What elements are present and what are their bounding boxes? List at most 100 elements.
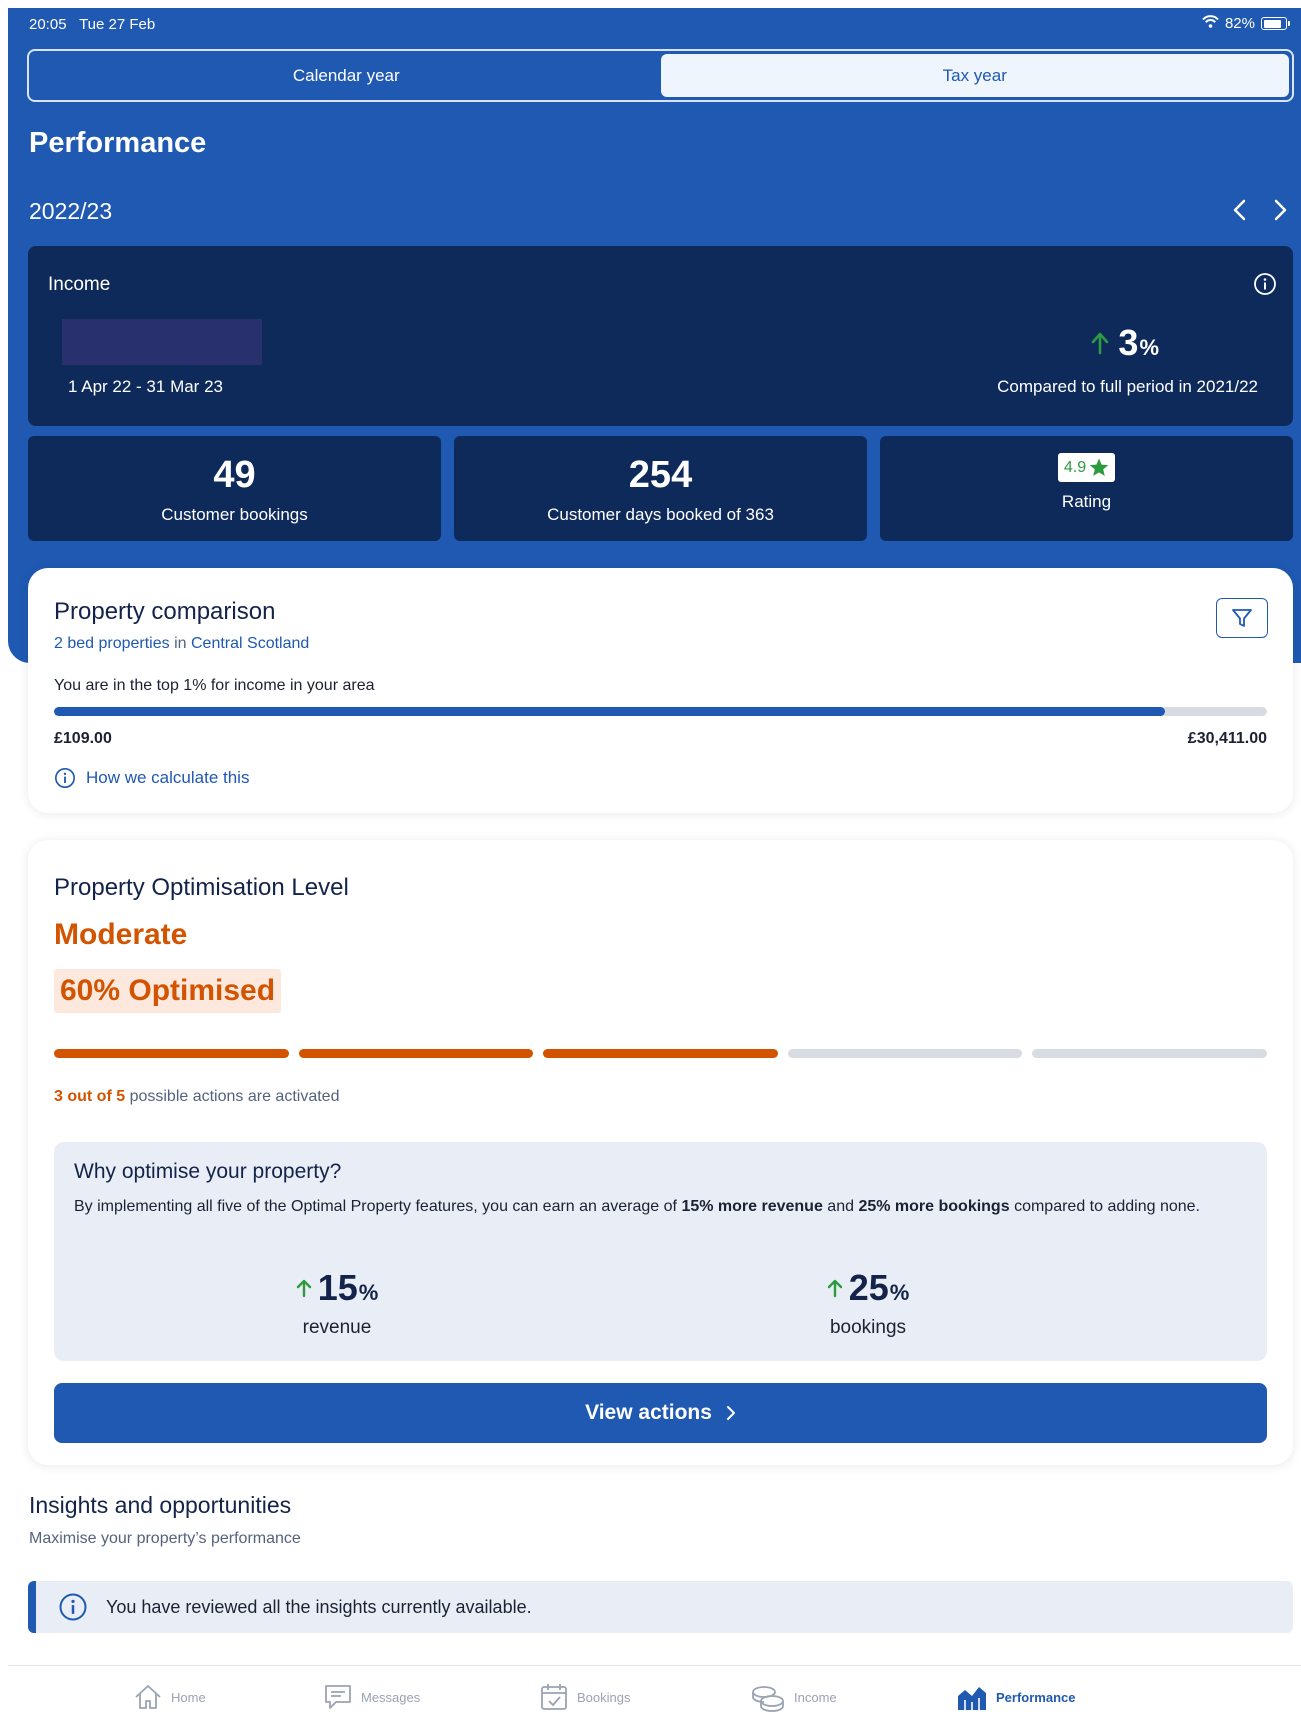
- arrow-up-icon: [296, 1279, 311, 1298]
- days-value: 254: [628, 454, 693, 496]
- income-change: 3 %: [1090, 322, 1159, 364]
- coins-icon: [752, 1686, 784, 1712]
- bookings-uplift-unit: %: [889, 1280, 910, 1305]
- revenue-uplift: 15 % revenue: [187, 1267, 487, 1339]
- days-stat-card: 254 Customer days booked of 363: [454, 436, 867, 541]
- insights-title: Insights and opportunities: [29, 1492, 292, 1518]
- revenue-uplift-label: revenue: [302, 1317, 372, 1338]
- rating-value: 4.9: [1063, 458, 1087, 476]
- comparison-rank-text: You are in the top 1% for income in your…: [54, 677, 375, 694]
- optimisation-level: Moderate: [54, 918, 188, 951]
- chevron-right-icon: [1274, 199, 1287, 221]
- comparison-title: Property comparison: [54, 598, 276, 625]
- comparison-filter-summary: 2 bed properties in Central Scotland: [54, 635, 309, 653]
- optimisation-progress: [54, 1049, 1267, 1058]
- income-compared-text: Compared to full period in 2021/22: [997, 377, 1258, 396]
- why-optimise-text: By implementing all five of the Optimal …: [74, 1198, 1200, 1215]
- tax-year-tab[interactable]: Tax year: [660, 54, 1289, 97]
- optimisation-segment: [787, 1049, 1023, 1058]
- chevron-right-icon: [726, 1406, 735, 1420]
- calendar-year-tab[interactable]: Calendar year: [32, 54, 661, 97]
- bookings-value: 49: [213, 454, 256, 496]
- battery-icon: [1261, 17, 1290, 30]
- chevron-left-icon: [1233, 199, 1246, 221]
- wifi-icon: [1202, 15, 1219, 32]
- status-time: 20:05 Tue 27 Feb: [29, 16, 156, 33]
- how-we-calculate-link[interactable]: How we calculate this: [54, 767, 249, 789]
- bookings-uplift: 25 % bookings: [718, 1267, 1018, 1339]
- rating-label: Rating: [1061, 492, 1112, 511]
- comparison-min-value: £109.00: [54, 730, 112, 747]
- why-optimise-title: Why optimise your property?: [74, 1160, 342, 1183]
- income-info-button[interactable]: [1253, 272, 1277, 301]
- period-nav: [1227, 196, 1293, 224]
- home-icon: [135, 1685, 161, 1709]
- tab-bookings[interactable]: Bookings: [539, 1682, 630, 1712]
- messages-icon: [325, 1685, 351, 1709]
- period-label: 2022/23: [29, 198, 113, 224]
- performance-header: 20:05 Tue 27 Feb 82% Calendar year Tax y…: [8, 8, 1301, 663]
- filter-icon: [1232, 609, 1252, 627]
- tab-performance[interactable]: Performance: [956, 1682, 1075, 1712]
- status-right: 82%: [1202, 15, 1290, 32]
- insights-notice-text: You have reviewed all the insights curre…: [106, 1596, 532, 1617]
- optimisation-segment: [54, 1049, 289, 1058]
- actions-rest: possible actions are activated: [129, 1088, 340, 1105]
- next-period-button[interactable]: [1269, 196, 1293, 224]
- rating-stat-card[interactable]: 4.9 Rating: [880, 436, 1293, 541]
- star-icon: [1089, 458, 1109, 476]
- info-icon: [59, 1593, 87, 1621]
- page-title: Performance: [29, 127, 207, 159]
- comparison-bar: [54, 707, 1267, 716]
- insights-notice: You have reviewed all the insights curre…: [28, 1581, 1293, 1633]
- how-we-calculate-label: How we calculate this: [86, 768, 250, 787]
- previous-period-button[interactable]: [1227, 196, 1251, 224]
- view-actions-label: View actions: [585, 1401, 712, 1424]
- actions-activated-text: 3 out of 5 possible actions are activate…: [54, 1088, 339, 1106]
- income-change-value: 3: [1118, 322, 1139, 363]
- revenue-uplift-value: 15: [317, 1267, 358, 1308]
- arrow-up-icon: [1092, 332, 1109, 355]
- tab-income[interactable]: Income: [750, 1682, 837, 1712]
- bookings-uplift-label: bookings: [829, 1317, 907, 1338]
- battery-percent: 82%: [1224, 15, 1255, 32]
- income-label: Income: [48, 274, 111, 295]
- optimisation-card: Property Optimisation Level Moderate 60%…: [28, 840, 1293, 1465]
- rating-badge: 4.9: [1057, 453, 1116, 482]
- days-label: Customer days booked of 363: [547, 505, 774, 524]
- bookings-stat-card: 49 Customer bookings: [28, 436, 441, 541]
- property-comparison-card: Property comparison 2 bed properties in …: [28, 568, 1293, 813]
- optimisation-title: Property Optimisation Level: [54, 874, 349, 901]
- income-amount-redacted: [62, 319, 262, 365]
- why-optimise-box: Why optimise your property? By implement…: [54, 1142, 1267, 1361]
- income-date-range: 1 Apr 22 - 31 Mar 23: [68, 377, 223, 396]
- optimisation-segment: [543, 1049, 778, 1058]
- optimisation-segment: [1032, 1049, 1267, 1058]
- app-screen: 20:05 Tue 27 Feb 82% Calendar year Tax y…: [8, 8, 1301, 1731]
- optimisation-segment: [298, 1049, 534, 1058]
- comparison-max-value: £30,411.00: [1187, 730, 1267, 747]
- performance-chart-icon: [958, 1687, 986, 1710]
- area-filter-link[interactable]: Central Scotland: [191, 635, 309, 652]
- filter-in-text: in: [174, 635, 187, 652]
- arrow-up-icon: [827, 1279, 842, 1298]
- info-icon: [1254, 273, 1276, 295]
- tab-home[interactable]: Home: [133, 1682, 206, 1712]
- bookings-uplift-value: 25: [848, 1267, 889, 1308]
- revenue-uplift-unit: %: [358, 1280, 379, 1305]
- calendar-check-icon: [541, 1684, 567, 1710]
- info-icon: [55, 768, 75, 788]
- optimisation-percent: 60% Optimised: [54, 969, 282, 1013]
- bottom-tab-bar: Home Messages Bookings Income Performanc…: [8, 1665, 1301, 1731]
- tab-messages[interactable]: Messages: [323, 1682, 420, 1712]
- income-change-unit: %: [1139, 335, 1159, 360]
- comparison-bar-fill: [54, 707, 1166, 716]
- income-card: Income 1 Apr 22 - 31 Mar 23 3 % Compared…: [28, 246, 1293, 426]
- year-type-switch: Calendar year Tax year: [27, 49, 1294, 102]
- filter-button[interactable]: [1216, 598, 1268, 638]
- actions-count: 3 out of 5: [54, 1088, 126, 1105]
- status-bar: 20:05 Tue 27 Feb 82%: [8, 8, 1301, 38]
- bed-filter-link[interactable]: 2 bed properties: [54, 635, 170, 652]
- bookings-label: Customer bookings: [161, 505, 308, 524]
- view-actions-button[interactable]: View actions: [54, 1383, 1267, 1443]
